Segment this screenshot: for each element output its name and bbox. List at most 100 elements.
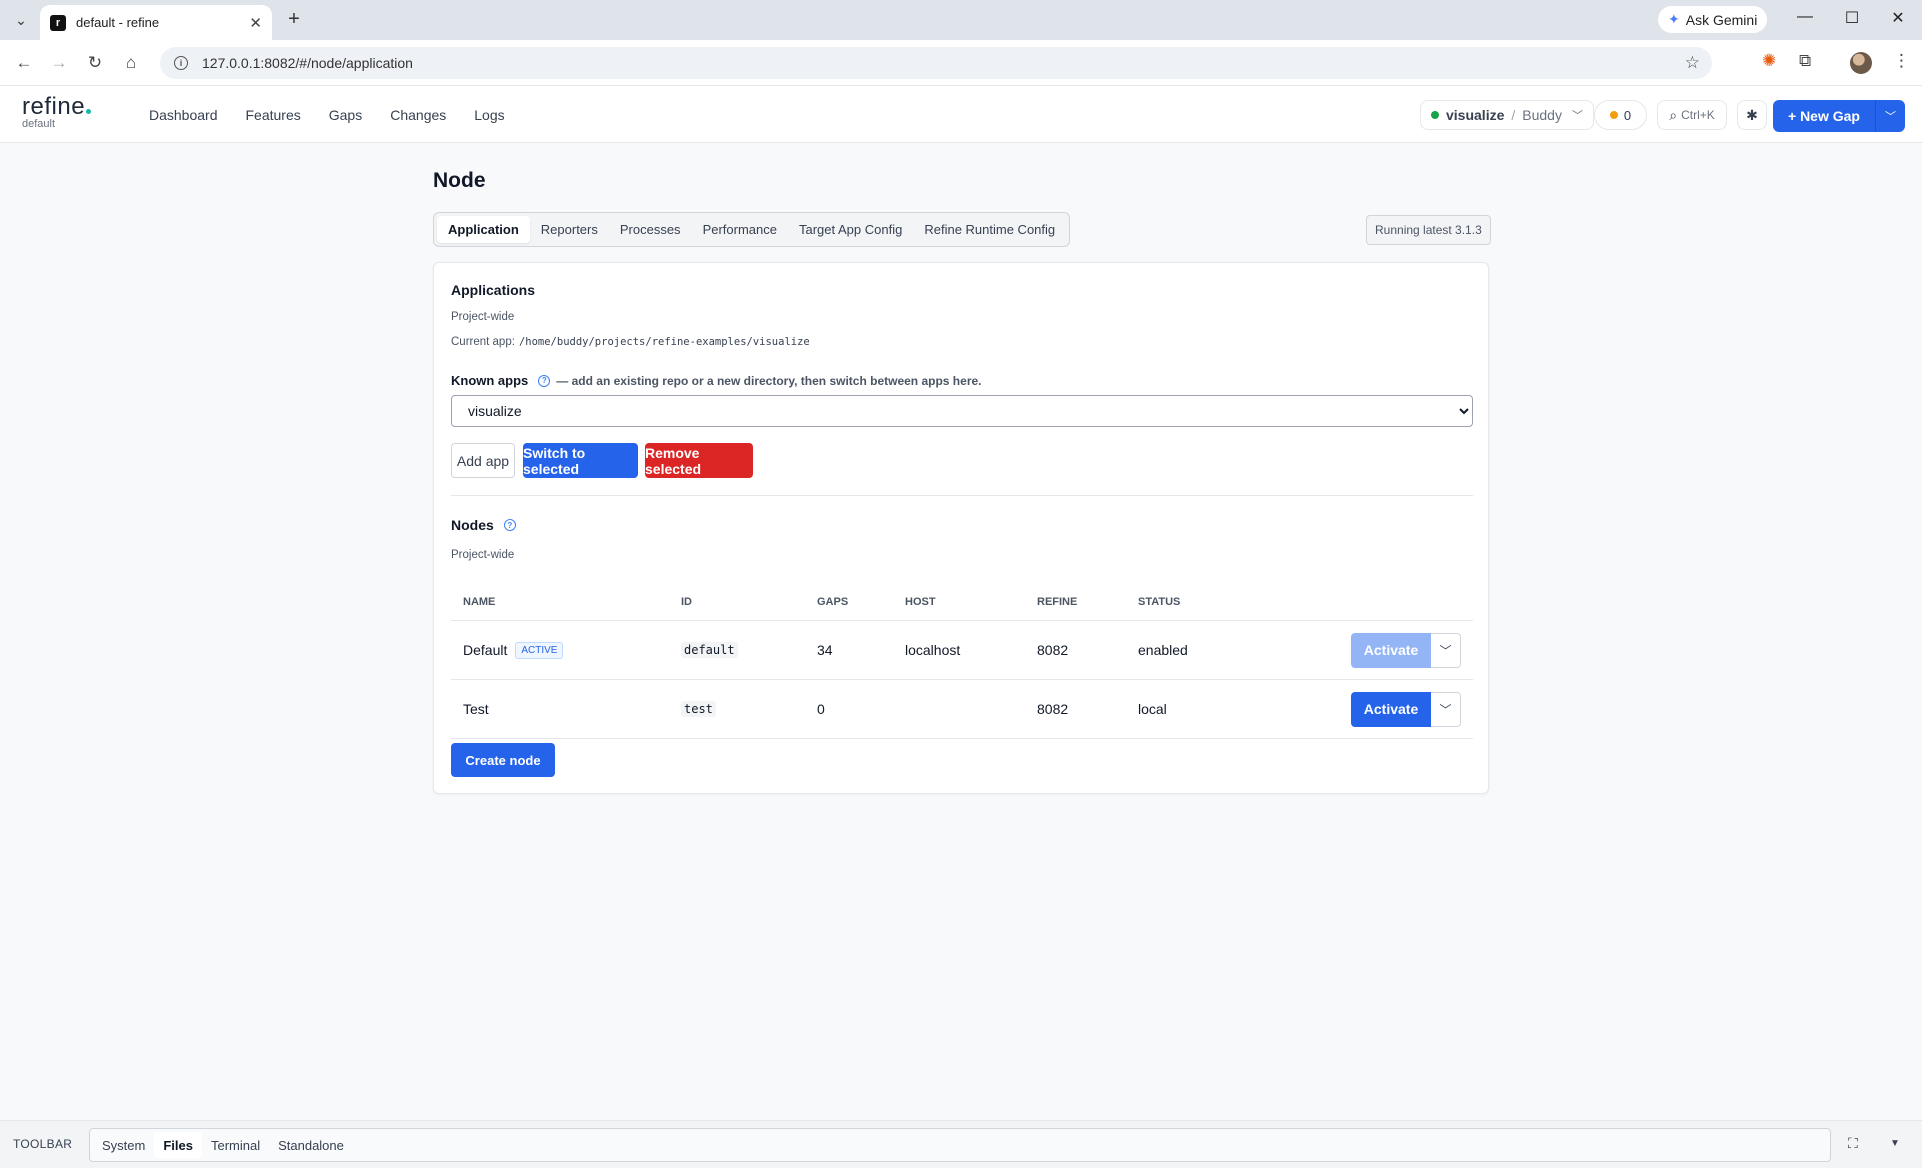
- toolbar-tabs: System Files Terminal Standalone: [89, 1128, 1831, 1162]
- node-subtabs: Application Reporters Processes Performa…: [433, 212, 1071, 247]
- tab-application[interactable]: Application: [437, 216, 530, 243]
- chevron-down-icon[interactable]: ﹀: [1431, 632, 1461, 668]
- known-apps-label: Known apps: [451, 373, 529, 388]
- nav-logs[interactable]: Logs: [474, 107, 504, 123]
- node-id: test: [681, 701, 716, 717]
- remove-selected-button[interactable]: Remove selected: [645, 443, 753, 478]
- home-icon[interactable]: ⌂: [118, 50, 144, 76]
- toolbar-tab-files[interactable]: Files: [154, 1132, 202, 1158]
- nodes-scope: Project-wide: [451, 549, 515, 561]
- tab-close-icon[interactable]: ✕: [249, 14, 262, 32]
- forward-arrow-icon[interactable]: →: [46, 50, 72, 76]
- tab-processes[interactable]: Processes: [609, 216, 692, 243]
- ask-gemini-button[interactable]: ✦ Ask Gemini: [1658, 6, 1768, 33]
- table-row: Test test 0 8082 local Activate ﹀: [451, 680, 1473, 739]
- node-name-cell: Default ACTIVE: [463, 641, 564, 659]
- search-button[interactable]: ⌕ Ctrl+K: [1657, 100, 1727, 130]
- table-header: NAME ID GAPS HOST REFINE STATUS: [451, 583, 1473, 621]
- chevron-down-icon: ﹀: [1571, 110, 1583, 122]
- refine-logo[interactable]: refine default: [22, 95, 91, 131]
- site-info-icon[interactable]: i: [174, 56, 188, 70]
- col-id: ID: [681, 595, 692, 608]
- nodes-title: Nodes: [451, 517, 494, 533]
- activate-button[interactable]: Activate: [1351, 691, 1431, 727]
- node-gaps: 0: [817, 701, 825, 717]
- tab-performance[interactable]: Performance: [692, 216, 788, 243]
- nav-changes[interactable]: Changes: [390, 107, 446, 123]
- nodes-table: NAME ID GAPS HOST REFINE STATUS Default …: [451, 583, 1473, 739]
- activate-split-button: Activate ﹀: [1351, 691, 1461, 727]
- tab-target-app-config[interactable]: Target App Config: [788, 216, 913, 243]
- back-arrow-icon[interactable]: ←: [11, 50, 37, 76]
- nodes-title-row: Nodes ?: [451, 517, 522, 533]
- profile-avatar[interactable]: [1850, 52, 1872, 74]
- tab-reporters[interactable]: Reporters: [530, 216, 609, 243]
- address-bar[interactable]: i 127.0.0.1:8082/#/node/application ☆: [160, 47, 1712, 79]
- browser-tabbar: ⌄ r default - refine ✕ + ✦ Ask Gemini — …: [0, 0, 1922, 40]
- switch-to-selected-button[interactable]: Switch to selected: [523, 443, 638, 478]
- col-name: NAME: [463, 595, 496, 608]
- notification-count-button[interactable]: 0: [1594, 100, 1647, 130]
- nav-features[interactable]: Features: [246, 107, 301, 123]
- notification-count: 0: [1623, 107, 1632, 123]
- toolbar-tab-system[interactable]: System: [93, 1132, 154, 1158]
- known-apps-hint: — add an existing repo or a new director…: [556, 373, 982, 388]
- active-badge: ACTIVE: [515, 641, 564, 659]
- toolbar-tab-terminal[interactable]: Terminal: [202, 1132, 269, 1158]
- nodes-help-icon[interactable]: ?: [503, 519, 516, 531]
- node-status: enabled: [1138, 642, 1188, 658]
- add-app-button[interactable]: Add app: [451, 443, 515, 478]
- fullscreen-icon[interactable]: ⛶: [1848, 1135, 1858, 1152]
- known-apps-row: Known apps ? — add an existing repo or a…: [451, 373, 982, 388]
- col-host: HOST: [905, 595, 936, 608]
- app-context-switcher[interactable]: visualize / Buddy ﹀: [1420, 100, 1594, 130]
- favicon-icon: r: [50, 14, 66, 31]
- window-close-icon[interactable]: ✕: [1886, 8, 1910, 28]
- browser-menu-icon[interactable]: ⋮: [1893, 51, 1910, 71]
- node-gaps: 34: [817, 642, 833, 658]
- context-separator: /: [1511, 107, 1516, 123]
- bug-icon[interactable]: ✱: [1737, 100, 1767, 130]
- context-app: visualize: [1446, 107, 1505, 123]
- col-refine: REFINE: [1037, 595, 1078, 608]
- new-gap-split-button: + New Gap ﹀: [1773, 100, 1905, 132]
- help-circle-icon[interactable]: ?: [538, 374, 551, 387]
- create-node-button[interactable]: Create node: [451, 743, 555, 777]
- current-app-path: /home/buddy/projects/refine-examples/vis…: [518, 336, 810, 348]
- maximize-icon[interactable]: ☐: [1840, 8, 1864, 28]
- activate-split-button: Activate ﹀: [1351, 632, 1461, 668]
- minimize-icon[interactable]: —: [1793, 8, 1817, 26]
- extension-burst-icon[interactable]: ✺: [1762, 51, 1776, 71]
- applications-scope: Project-wide: [451, 311, 515, 323]
- version-badge: Running latest 3.1.3: [1366, 215, 1491, 245]
- nav-gaps[interactable]: Gaps: [329, 107, 362, 123]
- page-title: Node: [433, 169, 486, 192]
- bookmark-star-icon[interactable]: ☆: [1685, 53, 1700, 73]
- browser-tab[interactable]: r default - refine ✕: [40, 5, 272, 40]
- node-name: Default: [463, 642, 508, 658]
- status-dot: [1431, 111, 1439, 119]
- chevron-down-icon[interactable]: ﹀: [1431, 691, 1461, 727]
- toolbar-tab-standalone[interactable]: Standalone: [269, 1132, 353, 1158]
- logo-text: refine: [22, 95, 91, 119]
- col-gaps: GAPS: [817, 595, 849, 608]
- node-host: localhost: [905, 642, 961, 658]
- node-name-cell: Test: [463, 701, 489, 717]
- tab-search-chevron-icon[interactable]: ⌄: [8, 7, 34, 33]
- application-card: Applications Project-wide Current app:/h…: [433, 262, 1489, 794]
- new-tab-plus-icon[interactable]: +: [282, 8, 306, 32]
- new-gap-button[interactable]: + New Gap: [1773, 100, 1875, 132]
- bottom-toolbar: TOOLBAR System Files Terminal Standalone…: [0, 1120, 1922, 1168]
- ask-gemini-label: Ask Gemini: [1685, 11, 1758, 28]
- activate-button[interactable]: Activate: [1351, 632, 1431, 668]
- main-nav: Dashboard Features Gaps Changes Logs: [149, 86, 505, 143]
- nav-dashboard[interactable]: Dashboard: [149, 107, 218, 123]
- reload-icon[interactable]: ↻: [82, 50, 108, 76]
- known-apps-select[interactable]: visualize: [451, 395, 1473, 427]
- new-gap-dropdown-chevron-icon[interactable]: ﹀: [1874, 100, 1905, 132]
- extensions-puzzle-icon[interactable]: ⧉: [1799, 51, 1811, 71]
- tab-refine-runtime-config[interactable]: Refine Runtime Config: [913, 216, 1066, 243]
- node-status: local: [1138, 701, 1167, 717]
- search-shortcut: Ctrl+K: [1681, 108, 1715, 122]
- collapse-caret-icon[interactable]: ▼: [1890, 1138, 1900, 1149]
